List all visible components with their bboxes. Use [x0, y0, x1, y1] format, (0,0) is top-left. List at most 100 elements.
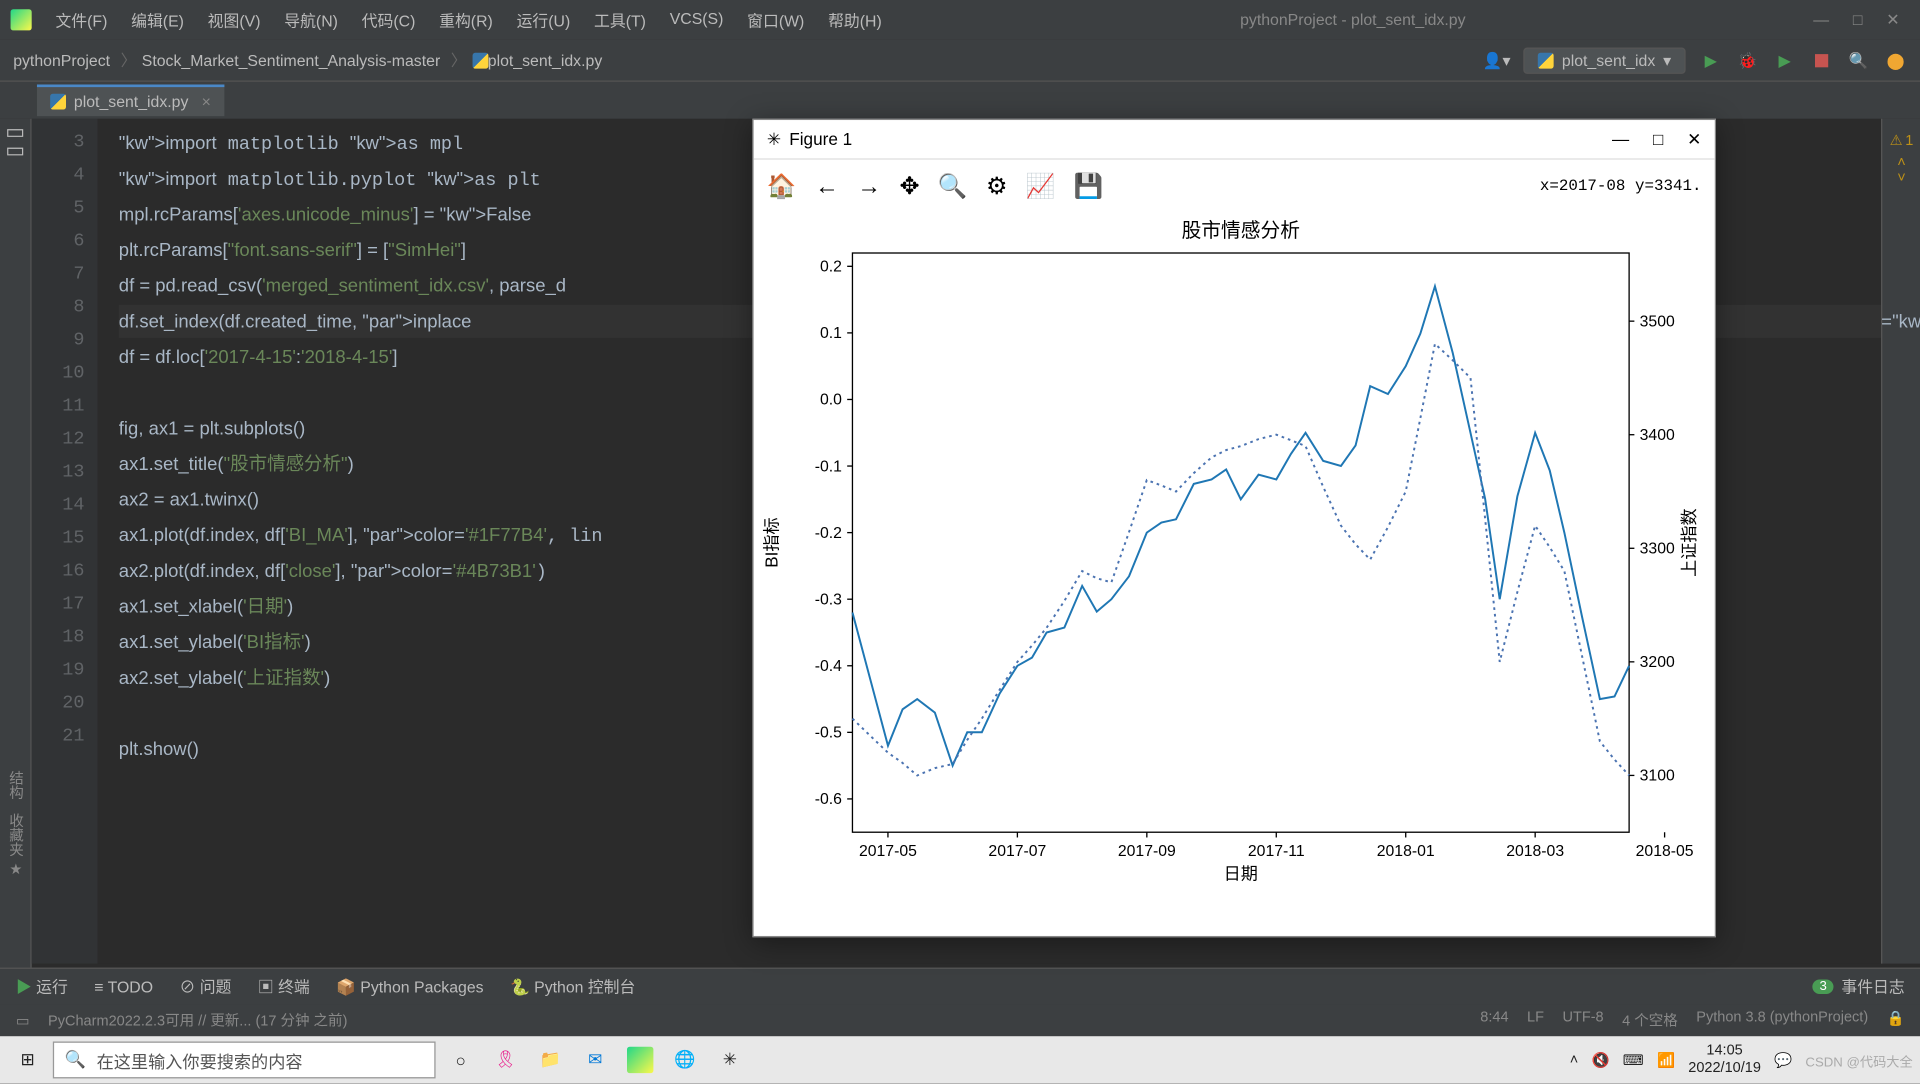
- figure-title: Figure 1: [789, 129, 852, 149]
- main-menu: 文件(F) 编辑(E) 视图(V) 导航(N) 代码(C) 重构(R) 运行(U…: [45, 6, 892, 34]
- debug-button[interactable]: 🐞: [1736, 48, 1760, 72]
- menu-help[interactable]: 帮助(H): [818, 6, 893, 34]
- network-icon[interactable]: 📶: [1657, 1051, 1675, 1068]
- ribbon-icon[interactable]: 🎗: [486, 1041, 526, 1078]
- menu-code[interactable]: 代码(C): [351, 6, 426, 34]
- axes-icon[interactable]: 📈: [1026, 172, 1056, 200]
- interpreter[interactable]: Python 3.8 (pythonProject): [1696, 1010, 1868, 1031]
- forward-icon[interactable]: →: [857, 172, 881, 200]
- tool-event-log[interactable]: 事件日志: [1841, 975, 1904, 997]
- menu-refactor[interactable]: 重构(R): [429, 6, 504, 34]
- svg-text:0.0: 0.0: [820, 392, 842, 409]
- tool-python-console[interactable]: 🐍 Python 控制台: [510, 975, 635, 997]
- home-icon[interactable]: 🏠: [767, 172, 797, 200]
- tab-close-icon[interactable]: ×: [202, 92, 211, 110]
- svg-text:-0.3: -0.3: [815, 591, 842, 608]
- warning-indicator[interactable]: ⚠1: [1890, 132, 1914, 149]
- chevron-down-icon[interactable]: ˅: [1897, 170, 1905, 186]
- input-method-icon[interactable]: ⌨: [1623, 1051, 1644, 1068]
- configure-icon[interactable]: ⚙: [986, 172, 1007, 200]
- save-icon[interactable]: 💾: [1074, 172, 1104, 200]
- back-icon[interactable]: ←: [815, 172, 839, 200]
- menu-navigate[interactable]: 导航(N): [274, 6, 349, 34]
- tool-problems[interactable]: ⊘ 问题: [179, 975, 231, 997]
- svg-text:3500: 3500: [1640, 313, 1675, 330]
- breadcrumb-file[interactable]: plot_sent_idx.py: [488, 51, 602, 69]
- tool-terminal[interactable]: ▣ 终端: [258, 975, 310, 997]
- menu-run[interactable]: 运行(U): [506, 6, 581, 34]
- notifications-icon[interactable]: 💬: [1774, 1051, 1792, 1068]
- svg-text:日期: 日期: [1224, 865, 1258, 884]
- svg-text:股市情感分析: 股市情感分析: [1182, 220, 1300, 242]
- tool-run[interactable]: ▶ 运行: [16, 975, 68, 997]
- favorites-tool[interactable]: 收藏夹 ★: [5, 813, 26, 878]
- pan-icon[interactable]: ✥: [899, 172, 919, 200]
- chart-plot: 股市情感分析-0.6-0.5-0.4-0.3-0.2-0.10.00.10.23…: [754, 213, 1715, 936]
- search-placeholder: 在这里输入你要搜索的内容: [97, 1047, 303, 1072]
- ide-updates-icon[interactable]: ⬤: [1884, 48, 1908, 72]
- stop-button[interactable]: [1810, 48, 1834, 72]
- tool-packages[interactable]: 📦 Python Packages: [336, 977, 483, 995]
- cortana-icon[interactable]: ○: [441, 1041, 481, 1078]
- menu-edit[interactable]: 编辑(E): [121, 6, 195, 34]
- menu-view[interactable]: 视图(V): [197, 6, 271, 34]
- lock-icon[interactable]: 🔒: [1887, 1010, 1905, 1031]
- svg-text:2017-11: 2017-11: [1248, 843, 1305, 860]
- volume-icon[interactable]: 🔇: [1591, 1051, 1609, 1068]
- start-button[interactable]: ⊞: [8, 1041, 48, 1078]
- taskbar-clock[interactable]: 14:05 2022/10/19: [1688, 1043, 1761, 1078]
- explorer-icon[interactable]: 📁: [531, 1041, 571, 1078]
- run-config-dropdown[interactable]: plot_sent_idx ▾: [1524, 47, 1686, 73]
- search-icon[interactable]: 🔍: [1847, 48, 1871, 72]
- maximize-icon[interactable]: □: [1653, 129, 1663, 149]
- status-hide-icon[interactable]: ▭: [16, 1012, 30, 1029]
- close-icon[interactable]: ✕: [1886, 11, 1899, 29]
- cursor-position[interactable]: 8:44: [1480, 1010, 1508, 1031]
- user-icon[interactable]: 👤▾: [1483, 51, 1511, 69]
- svg-text:3300: 3300: [1640, 541, 1675, 558]
- svg-text:2017-07: 2017-07: [988, 843, 1046, 860]
- matplotlib-taskbar-icon[interactable]: ✳: [710, 1041, 750, 1078]
- svg-text:-0.4: -0.4: [815, 658, 842, 675]
- menu-tools[interactable]: 工具(T): [583, 6, 656, 34]
- breadcrumb-root[interactable]: pythonProject: [13, 51, 110, 69]
- close-icon[interactable]: ✕: [1687, 129, 1701, 150]
- zoom-icon[interactable]: 🔍: [938, 172, 968, 200]
- taskbar-search[interactable]: 🔍 在这里输入你要搜索的内容: [53, 1041, 436, 1078]
- run-coverage-button[interactable]: ▶: [1773, 48, 1797, 72]
- svg-text:2018-03: 2018-03: [1506, 843, 1564, 860]
- menu-window[interactable]: 窗口(W): [737, 6, 815, 34]
- structure-tool[interactable]: 结构: [5, 771, 26, 800]
- matplotlib-icon: ✳: [767, 129, 781, 150]
- figure-titlebar: ✳ Figure 1 — □ ✕: [754, 120, 1715, 160]
- encoding[interactable]: UTF-8: [1562, 1010, 1603, 1031]
- menu-file[interactable]: 文件(F): [45, 6, 118, 34]
- svg-text:2018-01: 2018-01: [1377, 843, 1435, 860]
- watermark: CSDN @代码大全: [1805, 1050, 1912, 1070]
- indent[interactable]: 4 个空格: [1622, 1010, 1678, 1031]
- minimize-icon[interactable]: —: [1612, 129, 1629, 149]
- tool-todo[interactable]: ≡ TODO: [94, 977, 153, 995]
- line-separator[interactable]: LF: [1527, 1010, 1544, 1031]
- python-file-icon: [472, 52, 488, 68]
- status-bar: ▭ PyCharm2022.2.3可用 // 更新... (17 分钟 之前) …: [0, 1005, 1920, 1037]
- tray-chevron-icon[interactable]: ˄: [1570, 1052, 1578, 1068]
- svg-text:0.2: 0.2: [820, 259, 842, 276]
- chevron-up-icon[interactable]: ˄: [1882, 154, 1920, 170]
- tab-file[interactable]: plot_sent_idx.py ×: [37, 84, 224, 116]
- mail-icon[interactable]: ✉: [576, 1041, 616, 1078]
- minimize-icon[interactable]: —: [1813, 11, 1829, 29]
- menu-vcs[interactable]: VCS(S): [659, 6, 734, 34]
- run-button[interactable]: ▶: [1699, 48, 1723, 72]
- maximize-icon[interactable]: □: [1853, 11, 1863, 29]
- chevron-down-icon: ▾: [1663, 51, 1671, 69]
- breadcrumb-folder[interactable]: Stock_Market_Sentiment_Analysis-master: [142, 51, 440, 69]
- windows-taskbar: ⊞ 🔍 在这里输入你要搜索的内容 ○ 🎗 📁 ✉ 🌐 ✳ ˄ 🔇 ⌨ 📶 14:…: [0, 1036, 1920, 1084]
- chrome-icon[interactable]: 🌐: [665, 1041, 705, 1078]
- left-tool-rail: ▭ ▭ 结构 收藏夹 ★: [0, 119, 32, 968]
- line-gutter: 3456789101112131415161718192021: [32, 119, 98, 964]
- svg-text:-0.2: -0.2: [815, 525, 842, 542]
- pycharm-taskbar-icon[interactable]: [620, 1041, 660, 1078]
- bottom-tool-bar: ▶ 运行 ≡ TODO ⊘ 问题 ▣ 终端 📦 Python Packages …: [0, 968, 1920, 1005]
- problems-gutter: ⚠1 ˄ ˅: [1881, 119, 1920, 964]
